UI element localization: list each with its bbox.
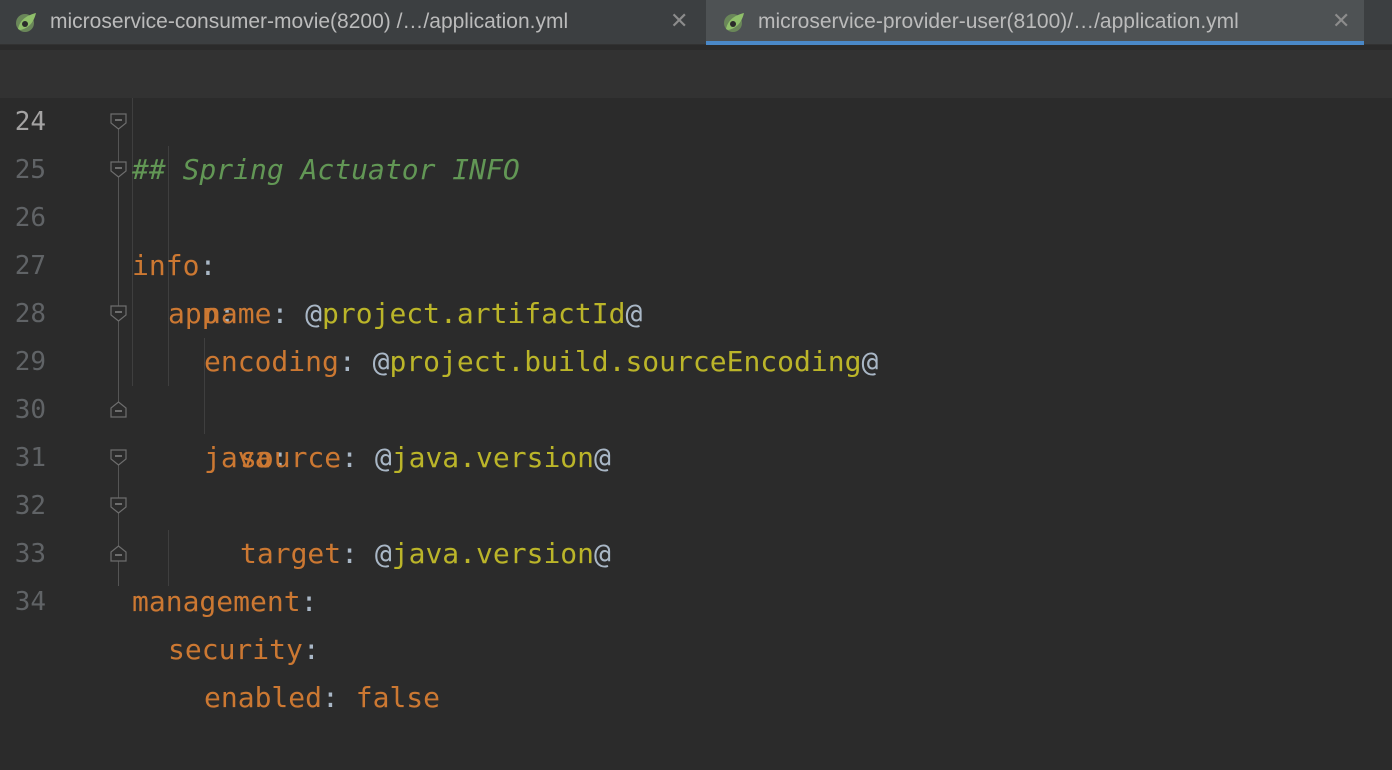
tab-label: microservice-provider-user(8100)/…/appli… xyxy=(758,10,1239,33)
code-line: 26 app: xyxy=(0,146,1392,330)
yaml-colon: : xyxy=(302,633,320,666)
yaml-key: management xyxy=(132,585,301,618)
fold-collapse-icon[interactable] xyxy=(110,305,127,322)
code-line: 32 management: xyxy=(0,434,1392,618)
code-line: 30 source: @java.version@ xyxy=(0,338,1392,474)
fold-collapse-icon[interactable] xyxy=(110,113,127,130)
line-number: 34 xyxy=(14,587,46,617)
yaml-key: enabled xyxy=(204,681,323,714)
spring-leaf-icon xyxy=(724,13,744,32)
code-line: 28 encoding: @project.build.sourceEncodi… xyxy=(0,242,1392,378)
code-editor[interactable]: 24 ## Spring Actuator INFO 25 info: 26 a… xyxy=(0,50,1392,714)
fold-collapse-icon[interactable] xyxy=(110,497,127,514)
editor-tab-bar: microservice-consumer-movie(8200) /…/app… xyxy=(0,0,1392,45)
line-content: enabled: false xyxy=(204,674,440,722)
tab-consumer-movie-application-yml[interactable]: microservice-consumer-movie(8200) /…/app… xyxy=(0,0,706,44)
close-icon[interactable]: ✕ xyxy=(1332,8,1350,34)
code-line: 33 security: xyxy=(0,482,1392,666)
tab-provider-user-application-yml[interactable]: microservice-provider-user(8100)/…/appli… xyxy=(706,0,1364,45)
yaml-key: security xyxy=(168,633,303,666)
close-icon[interactable]: ✕ xyxy=(670,8,688,34)
tab-bar-filler xyxy=(1364,0,1392,44)
code-line: 25 info: xyxy=(0,98,1392,282)
yaml-colon: : xyxy=(322,681,339,714)
code-line: 31 target: @java.version@ xyxy=(0,386,1392,570)
fold-end-icon[interactable] xyxy=(110,401,127,418)
line-content: management: xyxy=(132,578,317,626)
yaml-colon: : xyxy=(300,585,318,618)
code-line: 34 enabled: false xyxy=(0,530,1392,714)
spring-leaf-icon xyxy=(16,13,36,32)
tab-label: microservice-consumer-movie(8200) /…/app… xyxy=(50,10,569,33)
fold-collapse-icon[interactable] xyxy=(110,449,127,466)
code-line: 24 ## Spring Actuator INFO xyxy=(0,50,1392,186)
line-content: security: xyxy=(168,626,320,674)
code-line: 29 java: xyxy=(0,290,1392,474)
fold-collapse-icon[interactable] xyxy=(110,161,127,178)
yaml-boolean: false xyxy=(355,681,441,714)
code-line: 27 name: @project.artifactId@ xyxy=(0,194,1392,330)
fold-end-icon[interactable] xyxy=(110,545,127,562)
